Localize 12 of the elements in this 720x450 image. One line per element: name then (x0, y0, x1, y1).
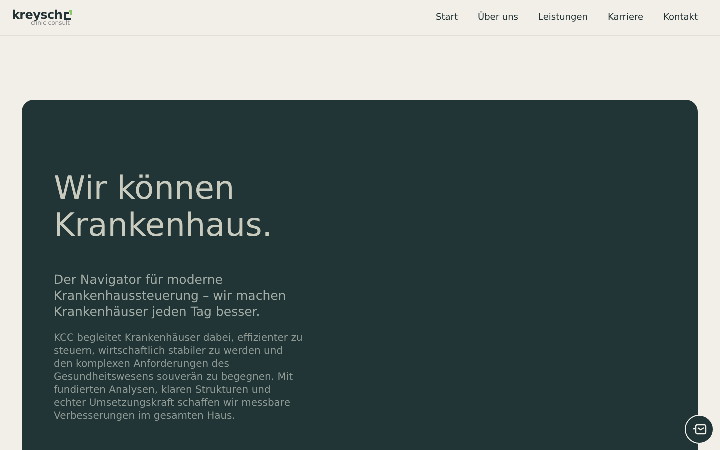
hero-body: KCC begleitet Krankenhäuser dabei, effizienter zu steuern, wirtschaftlich stabiler zu werden und den komplexen Anforderungen des Gesundheitswesens souverän zu begegnen. Mit fundierten Analysen, klaren Strukturen und echter Umsetzungskraft schaffen wir messbare Verbesserungen im gesamten Haus. (54, 332, 304, 423)
nav-link[interactable]: Start (436, 12, 458, 22)
logo-name[interactable]: kreysch (12, 8, 63, 22)
nav-link[interactable]: Über uns (478, 12, 518, 22)
nav-link[interactable]: Karriere (608, 12, 644, 22)
hero-title: Wir können Krankenhaus. (54, 170, 274, 244)
hero-lead: Der Navigator für moderne Krankenhaussteuerung – wir machen Krankenhäuser jeden Tag besser. (54, 272, 288, 320)
logo-icon (62, 10, 72, 20)
nav-link[interactable]: Kontakt (664, 12, 698, 22)
message-button[interactable] (685, 415, 714, 444)
mail-icon (692, 424, 706, 435)
nav-link[interactable]: Leistungen (538, 12, 588, 22)
